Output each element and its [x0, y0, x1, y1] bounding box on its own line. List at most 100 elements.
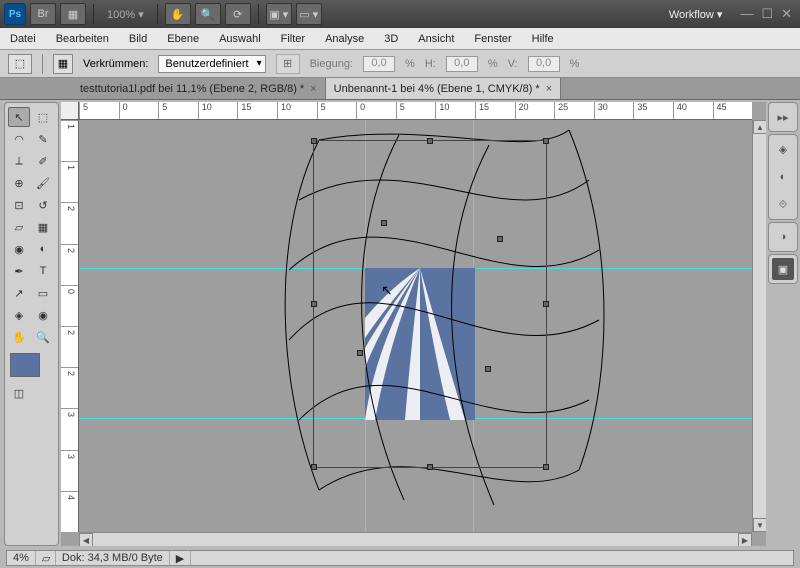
- document-tab[interactable]: Unbenannt-1 bei 4% (Ebene 1, CMYK/8) * ×: [326, 78, 562, 99]
- expand-dock-icon[interactable]: ▸▸: [772, 106, 794, 128]
- dodge-tool[interactable]: ◐: [32, 239, 54, 259]
- close-button[interactable]: ✕: [781, 6, 792, 22]
- tab-close-icon[interactable]: ×: [310, 83, 316, 95]
- menu-ebene[interactable]: Ebene: [167, 33, 199, 45]
- type-tool[interactable]: T: [32, 261, 54, 281]
- menu-3d[interactable]: 3D: [384, 33, 398, 45]
- restore-button[interactable]: ☐: [761, 6, 773, 22]
- document-info[interactable]: Dok: 34,3 MB/0 Byte: [56, 551, 170, 565]
- workspace-switcher[interactable]: Workflow ▾: [659, 4, 733, 25]
- brush-tool[interactable]: 🖌: [32, 173, 54, 193]
- ruler-origin[interactable]: [61, 102, 79, 120]
- warp-control-point[interactable]: [485, 366, 491, 372]
- gradient-tool[interactable]: ▦: [32, 217, 54, 237]
- pen-tool[interactable]: ✒: [8, 261, 30, 281]
- paths-panel-icon[interactable]: ⟐: [772, 194, 794, 216]
- v-distort-field[interactable]: 0,0: [528, 56, 560, 72]
- document-tab[interactable]: testtutoria1l.pdf bei 11,1% (Ebene 2, RG…: [72, 78, 326, 99]
- warp-control-point[interactable]: [497, 236, 503, 242]
- bridge-button[interactable]: Br: [30, 3, 56, 25]
- horizontal-scrollbar[interactable]: ◀ ▶: [79, 532, 752, 546]
- menu-auswahl[interactable]: Auswahl: [219, 33, 261, 45]
- scroll-right-button[interactable]: ▶: [738, 533, 752, 546]
- status-menu-arrow[interactable]: ▶: [170, 551, 191, 565]
- hand-tool[interactable]: ✋: [8, 327, 30, 347]
- options-bar: ⬚ ▦ Verkrümmen: Benutzerdefiniert ⊞ Bieg…: [0, 50, 800, 78]
- transform-handle[interactable]: [311, 138, 317, 144]
- v-label: V:: [508, 58, 518, 70]
- transform-handle[interactable]: [311, 464, 317, 470]
- transform-handle[interactable]: [311, 301, 317, 307]
- hand-tool-icon[interactable]: ✋: [165, 3, 191, 25]
- document-tab-strip: testtutoria1l.pdf bei 11,1% (Ebene 2, RG…: [0, 78, 800, 100]
- menu-bild[interactable]: Bild: [129, 33, 147, 45]
- lasso-tool[interactable]: ◠: [8, 129, 30, 149]
- 3d-camera-tool[interactable]: ◉: [32, 305, 54, 325]
- crop-tool[interactable]: ⟂: [8, 151, 30, 171]
- warp-label: Verkrümmen:: [83, 58, 148, 70]
- status-bar: 4% ▱ Dok: 34,3 MB/0 Byte ▶: [6, 550, 794, 566]
- horizontal-ruler[interactable]: 5051015105051015202530354045: [79, 102, 752, 120]
- menu-hilfe[interactable]: Hilfe: [532, 33, 554, 45]
- eraser-tool[interactable]: ▱: [8, 217, 30, 237]
- vertical-ruler[interactable]: 1122022334: [61, 120, 79, 532]
- tab-title: testtutoria1l.pdf bei 11,1% (Ebene 2, RG…: [80, 83, 304, 95]
- quick-select-tool[interactable]: ✎: [32, 129, 54, 149]
- minimize-button[interactable]: —: [740, 6, 753, 22]
- path-select-tool[interactable]: ↗: [8, 283, 30, 303]
- 3d-tool[interactable]: ◈: [8, 305, 30, 325]
- transform-handle[interactable]: [543, 301, 549, 307]
- blur-tool[interactable]: ◉: [8, 239, 30, 259]
- current-tool-icon[interactable]: ⬚: [8, 54, 32, 74]
- menu-analyse[interactable]: Analyse: [325, 33, 364, 45]
- tab-close-icon[interactable]: ×: [546, 83, 552, 95]
- shape-tool[interactable]: ▭: [32, 283, 54, 303]
- menu-datei[interactable]: Datei: [10, 33, 36, 45]
- transform-bounding-box[interactable]: [313, 140, 547, 468]
- adjustments-panel-icon[interactable]: ◑: [772, 226, 794, 248]
- channels-panel-icon[interactable]: ◐: [772, 166, 794, 188]
- zoom-level-field[interactable]: 4%: [7, 551, 36, 565]
- bend-field[interactable]: 0,0: [363, 56, 395, 72]
- mini-bridge-button[interactable]: ▦: [60, 3, 86, 25]
- menu-fenster[interactable]: Fenster: [474, 33, 511, 45]
- scroll-left-button[interactable]: ◀: [79, 533, 93, 546]
- zoom-tool-icon[interactable]: 🔍: [195, 3, 221, 25]
- transform-handle[interactable]: [543, 464, 549, 470]
- menu-filter[interactable]: Filter: [281, 33, 305, 45]
- healing-tool[interactable]: ⊕: [8, 173, 30, 193]
- scroll-up-button[interactable]: ▲: [753, 120, 766, 134]
- status-icon[interactable]: ▱: [36, 551, 56, 565]
- warp-orientation-icon[interactable]: ⊞: [276, 54, 300, 74]
- zoom-tool[interactable]: 🔍: [32, 327, 54, 347]
- stamp-tool[interactable]: ⊡: [8, 195, 30, 215]
- canvas[interactable]: ↖: [79, 120, 752, 532]
- screen-mode-button[interactable]: ▭ ▾: [296, 3, 322, 25]
- warp-control-point[interactable]: [381, 220, 387, 226]
- eyedropper-tool[interactable]: ✐: [32, 151, 54, 171]
- quick-mask-toggle[interactable]: ◫: [8, 383, 30, 403]
- tab-title: Unbenannt-1 bei 4% (Ebene 1, CMYK/8) *: [334, 83, 540, 95]
- h-distort-field[interactable]: 0,0: [446, 56, 478, 72]
- tools-panel: ↖⬚ ◠✎ ⟂✐ ⊕🖌 ⊡↺ ▱▦ ◉◐ ✒T ↗▭ ◈◉ ✋🔍 ◫: [4, 102, 59, 546]
- layers-panel-icon[interactable]: ◈: [772, 138, 794, 160]
- marquee-tool[interactable]: ⬚: [32, 107, 54, 127]
- vertical-scrollbar[interactable]: ▲ ▼: [752, 120, 766, 532]
- menu-ansicht[interactable]: Ansicht: [418, 33, 454, 45]
- history-panel-icon[interactable]: ▣: [772, 258, 794, 280]
- history-brush-tool[interactable]: ↺: [32, 195, 54, 215]
- zoom-dropdown[interactable]: 100% ▾: [101, 8, 150, 21]
- warp-grid-icon[interactable]: ▦: [53, 54, 73, 74]
- transform-handle[interactable]: [427, 138, 433, 144]
- arrange-docs-button[interactable]: ▣ ▾: [266, 3, 292, 25]
- bend-label: Biegung:: [310, 58, 353, 70]
- foreground-background-color[interactable]: [10, 353, 40, 377]
- transform-handle[interactable]: [427, 464, 433, 470]
- warp-preset-dropdown[interactable]: Benutzerdefiniert: [158, 55, 265, 73]
- warp-control-point[interactable]: [357, 350, 363, 356]
- menu-bearbeiten[interactable]: Bearbeiten: [56, 33, 109, 45]
- move-tool[interactable]: ↖: [8, 107, 30, 127]
- transform-handle[interactable]: [543, 138, 549, 144]
- rotate-view-icon[interactable]: ⟳: [225, 3, 251, 25]
- scroll-down-button[interactable]: ▼: [753, 518, 766, 532]
